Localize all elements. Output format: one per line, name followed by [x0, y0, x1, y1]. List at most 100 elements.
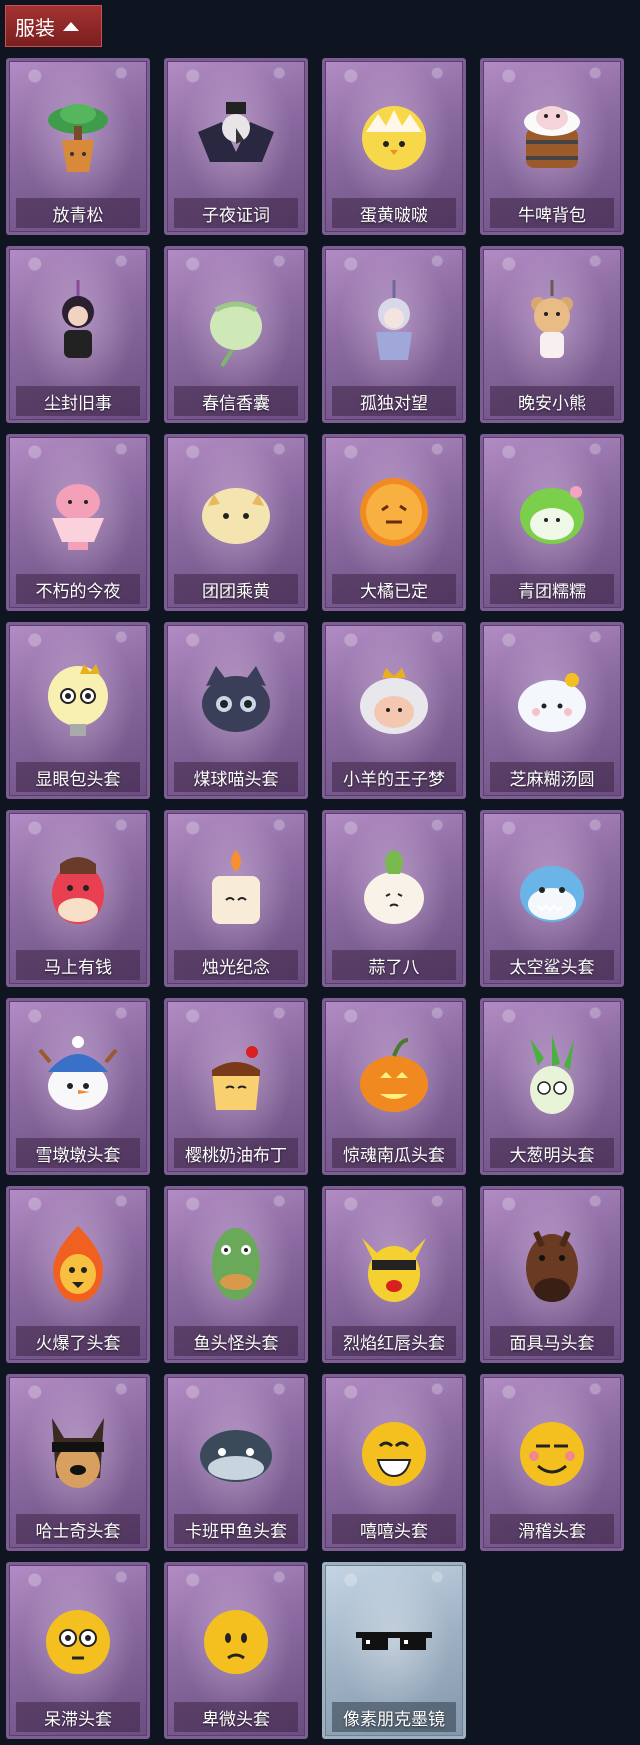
black-cat-head-icon [192, 656, 280, 744]
costume-item-card[interactable]: 蛋黄啵啵 [322, 58, 466, 235]
dumpling-flower-icon [508, 656, 596, 744]
chevron-up-icon [63, 21, 79, 31]
costume-item-card[interactable]: 火爆了头套 [6, 1186, 150, 1363]
sheep-crown-head-icon [350, 656, 438, 744]
costume-item-card[interactable]: 煤球喵头套 [164, 622, 308, 799]
costume-item-card[interactable]: 尘封旧事 [6, 246, 150, 423]
costume-item-card[interactable]: 青团糯糯 [480, 434, 624, 611]
item-label: 雪墩墩头套 [16, 1138, 140, 1168]
costume-item-card[interactable]: 蒜了八 [322, 810, 466, 987]
item-label: 火爆了头套 [16, 1326, 140, 1356]
lightbulb-head-icon [34, 656, 122, 744]
item-label: 芝麻糊汤圆 [490, 762, 614, 792]
item-label: 孤独对望 [332, 386, 456, 416]
fish-monster-head-icon [192, 1220, 280, 1308]
bear-keychain-icon [508, 280, 596, 368]
item-label: 牛啤背包 [490, 198, 614, 228]
item-label: 鱼头怪头套 [174, 1326, 298, 1356]
item-label: 滑稽头套 [490, 1514, 614, 1544]
green-sachet-icon [192, 280, 280, 368]
costume-item-card[interactable]: 芝麻糊汤圆 [480, 622, 624, 799]
item-label: 春信香囊 [174, 386, 298, 416]
item-label: 惊魂南瓜头套 [332, 1138, 456, 1168]
costume-item-card[interactable]: 子夜证词 [164, 58, 308, 235]
green-rice-ball-icon [508, 468, 596, 556]
item-label: 像素朋克墨镜 [332, 1702, 456, 1732]
pumpkin-head-icon [350, 1032, 438, 1120]
item-label: 呆滞头套 [16, 1702, 140, 1732]
item-label: 面具马头套 [490, 1326, 614, 1356]
item-label: 嘻嘻头套 [332, 1514, 456, 1544]
crow-mask-figure-icon [192, 92, 280, 180]
costume-item-card[interactable]: 春信香囊 [164, 246, 308, 423]
shark-head-icon [508, 844, 596, 932]
costume-item-card[interactable]: 大橘已定 [322, 434, 466, 611]
chick-egg-icon [350, 92, 438, 180]
costume-item-card[interactable]: 孤独对望 [322, 246, 466, 423]
figure-keychain-icon [34, 280, 122, 368]
fire-head-icon [34, 1220, 122, 1308]
item-label: 放青松 [16, 198, 140, 228]
costume-item-card[interactable]: 哈士奇头套 [6, 1374, 150, 1551]
costume-item-card[interactable]: 面具马头套 [480, 1186, 624, 1363]
costume-item-card[interactable]: 卑微头套 [164, 1562, 308, 1739]
costume-item-card[interactable]: 大葱明头套 [480, 998, 624, 1175]
costume-item-card[interactable]: 嘻嘻头套 [322, 1374, 466, 1551]
red-horse-head-icon [34, 844, 122, 932]
costume-item-card[interactable]: 团团乘黄 [164, 434, 308, 611]
yellow-mouse-glasses-icon [350, 1220, 438, 1308]
item-label: 子夜证词 [174, 198, 298, 228]
item-label: 小羊的王子梦 [332, 762, 456, 792]
costume-tab-label: 服装 [15, 15, 55, 40]
costume-item-card[interactable]: 显眼包头套 [6, 622, 150, 799]
costume-item-card[interactable]: 像素朋克墨镜 [322, 1562, 466, 1739]
item-label: 蛋黄啵啵 [332, 198, 456, 228]
costume-item-card[interactable]: 马上有钱 [6, 810, 150, 987]
costume-item-card[interactable]: 卡班甲鱼头套 [164, 1374, 308, 1551]
item-label: 哈士奇头套 [16, 1514, 140, 1544]
item-label: 马上有钱 [16, 950, 140, 980]
costume-item-card[interactable]: 烈焰红唇头套 [322, 1186, 466, 1363]
item-label: 青团糯糯 [490, 574, 614, 604]
pudding-head-icon [192, 1032, 280, 1120]
item-label: 尘封旧事 [16, 386, 140, 416]
horse-mask-icon [508, 1220, 596, 1308]
costume-item-card[interactable]: 晚安小熊 [480, 246, 624, 423]
item-grid: 放青松 子夜证词 蛋黄啵啵 牛啤背包尘封旧事 春信香囊 孤独对望 晚安小熊不朽的今夜 团团乘黄… [6, 58, 624, 1742]
costume-item-card[interactable]: 烛光纪念 [164, 810, 308, 987]
costume-item-card[interactable]: 太空鲨头套 [480, 810, 624, 987]
costume-item-card[interactable]: 樱桃奶油布丁 [164, 998, 308, 1175]
smirk-emoji-icon [508, 1408, 596, 1496]
item-label: 晚安小熊 [490, 386, 614, 416]
item-label: 大葱明头套 [490, 1138, 614, 1168]
costume-item-card[interactable]: 小羊的王子梦 [322, 622, 466, 799]
costume-item-card[interactable]: 雪墩墩头套 [6, 998, 150, 1175]
item-label: 不朽的今夜 [16, 574, 140, 604]
orange-slice-icon [350, 468, 438, 556]
snowman-head-icon [34, 1032, 122, 1120]
item-label: 烛光纪念 [174, 950, 298, 980]
item-label: 太空鲨头套 [490, 950, 614, 980]
item-label: 烈焰红唇头套 [332, 1326, 456, 1356]
costume-item-card[interactable]: 惊魂南瓜头套 [322, 998, 466, 1175]
costume-item-card[interactable]: 滑稽头套 [480, 1374, 624, 1551]
humble-emoji-icon [192, 1596, 280, 1684]
blank-stare-emoji-icon [34, 1596, 122, 1684]
husky-glasses-icon [34, 1408, 122, 1496]
scallion-head-icon [508, 1032, 596, 1120]
costume-item-card[interactable]: 牛啤背包 [480, 58, 624, 235]
costume-item-card[interactable]: 鱼头怪头套 [164, 1186, 308, 1363]
grin-emoji-icon [350, 1408, 438, 1496]
silver-figure-keychain-icon [350, 280, 438, 368]
cream-cat-head-icon [192, 468, 280, 556]
costume-item-card[interactable]: 呆滞头套 [6, 1562, 150, 1739]
item-label: 卡班甲鱼头套 [174, 1514, 298, 1544]
pine-tree-pot-icon [34, 92, 122, 180]
costume-item-card[interactable]: 不朽的今夜 [6, 434, 150, 611]
costume-tab[interactable]: 服装 [5, 5, 102, 47]
costume-item-card[interactable]: 放青松 [6, 58, 150, 235]
item-label: 显眼包头套 [16, 762, 140, 792]
whale-head-icon [192, 1408, 280, 1496]
garlic-head-icon [350, 844, 438, 932]
candle-head-icon [192, 844, 280, 932]
